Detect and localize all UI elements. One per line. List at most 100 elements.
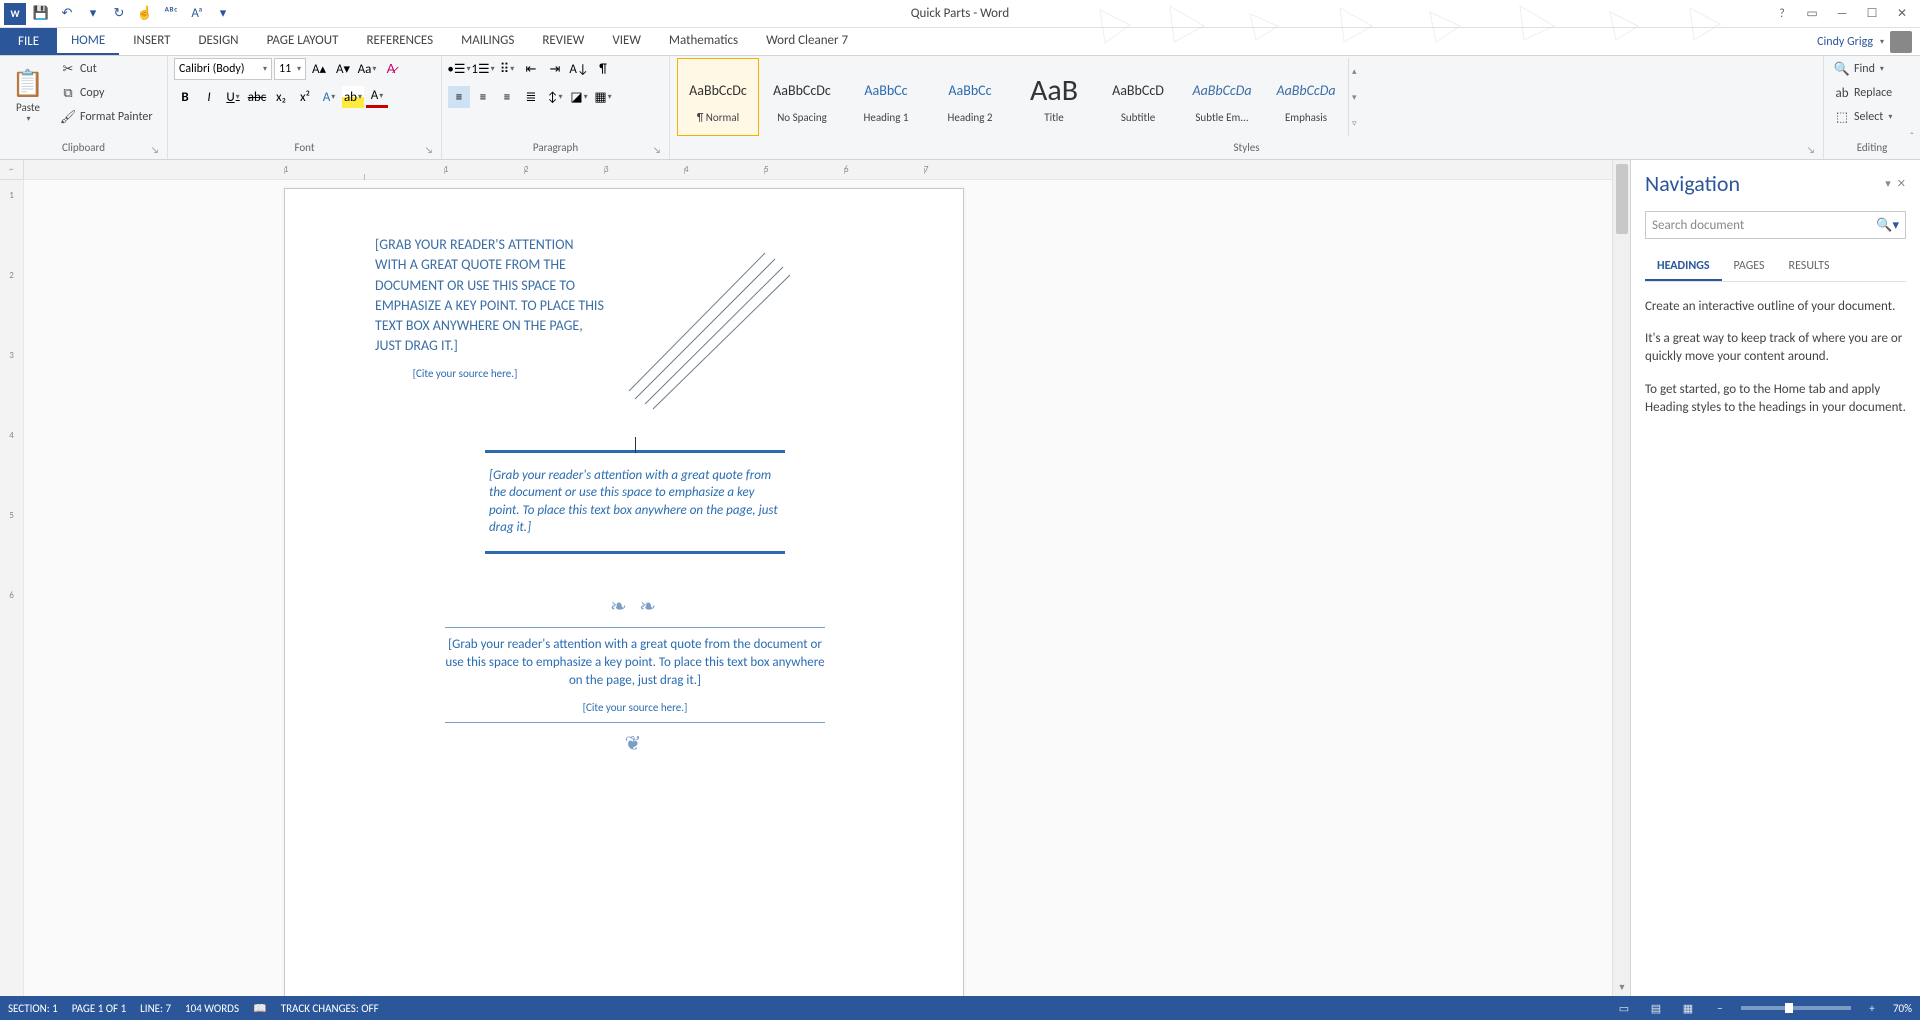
- read-mode-icon[interactable]: ▭: [1613, 999, 1635, 1017]
- font-color-button[interactable]: A▾: [366, 86, 388, 108]
- tab-insert[interactable]: INSERT: [119, 28, 184, 55]
- horizontal-ruler[interactable]: 11234567: [24, 160, 1612, 180]
- spelling-icon[interactable]: ᴬᴮᶜ: [160, 3, 182, 25]
- zoom-out-icon[interactable]: −: [1709, 999, 1731, 1017]
- shading-button[interactable]: ◪▾: [568, 86, 590, 108]
- status-track-changes[interactable]: TRACK CHANGES: OFF: [281, 1002, 379, 1015]
- zoom-slider[interactable]: [1741, 1006, 1851, 1010]
- show-marks-icon[interactable]: ¶: [592, 58, 614, 80]
- style-heading-1[interactable]: AaBbCcHeading 1: [845, 58, 927, 136]
- tab-review[interactable]: REVIEW: [528, 28, 598, 55]
- undo-icon[interactable]: ↶: [56, 3, 78, 25]
- proofing-icon[interactable]: 📖: [253, 1002, 267, 1015]
- multilevel-button[interactable]: ⠿▾: [496, 58, 518, 80]
- format-painter-button[interactable]: 🖌Format Painter: [56, 106, 157, 128]
- page[interactable]: [GRAB YOUR READER'S ATTENTION WITH A GRE…: [284, 188, 964, 996]
- diagonal-lines-graphic[interactable]: [615, 249, 795, 419]
- styles-launcher[interactable]: ↘: [1805, 145, 1817, 157]
- styles-more[interactable]: ▴▾▿: [1348, 58, 1366, 136]
- tab-page-layout[interactable]: PAGE LAYOUT: [253, 28, 353, 55]
- citation-1[interactable]: [Cite your source here.]: [395, 367, 535, 380]
- strikethrough-button[interactable]: abc: [246, 86, 268, 108]
- zoom-value[interactable]: 70%: [1893, 1002, 1912, 1015]
- select-button[interactable]: ⬚Select▾: [1830, 106, 1896, 128]
- maximize-icon[interactable]: ☐: [1860, 4, 1884, 24]
- print-layout-icon[interactable]: ▤: [1645, 999, 1667, 1017]
- highlight-button[interactable]: ab▾: [342, 86, 364, 108]
- zoom-in-icon[interactable]: +: [1861, 999, 1883, 1017]
- nav-tab-results[interactable]: RESULTS: [1777, 253, 1842, 281]
- tab-mathematics[interactable]: Mathematics: [655, 28, 752, 55]
- word-icon[interactable]: W: [4, 3, 26, 25]
- line-spacing-button[interactable]: ↕▾: [544, 86, 566, 108]
- grow-font-icon[interactable]: A▴: [308, 58, 330, 80]
- find-button[interactable]: 🔍Find▾: [1830, 58, 1888, 80]
- shrink-font-icon[interactable]: A▾: [332, 58, 354, 80]
- status-page[interactable]: PAGE 1 OF 1: [72, 1002, 126, 1015]
- font-size-combo[interactable]: 11▾: [274, 58, 306, 80]
- replace-button[interactable]: abReplace: [1830, 82, 1896, 104]
- status-section[interactable]: SECTION: 1: [8, 1002, 58, 1015]
- font-name-combo[interactable]: Calibri (Body)▾: [174, 58, 272, 80]
- nav-close-icon[interactable]: ✕: [1897, 177, 1906, 190]
- scroll-thumb[interactable]: [1616, 164, 1628, 234]
- style-heading-2[interactable]: AaBbCcHeading 2: [929, 58, 1011, 136]
- close-icon[interactable]: ✕: [1890, 4, 1914, 24]
- tab-references[interactable]: REFERENCES: [352, 28, 447, 55]
- nav-tab-headings[interactable]: HEADINGS: [1645, 253, 1722, 281]
- search-icon[interactable]: 🔍▾: [1876, 218, 1899, 233]
- ribbon-display-icon[interactable]: ▭: [1800, 4, 1824, 24]
- align-left-button[interactable]: ≡: [448, 86, 470, 108]
- subscript-button[interactable]: x₂: [270, 86, 292, 108]
- qat-customize-icon[interactable]: ▾: [212, 3, 234, 25]
- quick-dropdown-icon[interactable]: ▾: [82, 3, 104, 25]
- textbox-sidebar-quote[interactable]: [GRAB YOUR READER'S ATTENTION WITH A GRE…: [375, 235, 605, 357]
- redo-icon[interactable]: ↻: [108, 3, 130, 25]
- decrease-indent-icon[interactable]: ⇤: [520, 58, 542, 80]
- vertical-scrollbar[interactable]: ▲ ▼: [1612, 160, 1630, 996]
- style-emphasis[interactable]: AaBbCcDaEmphasis: [1265, 58, 1347, 136]
- tab-file[interactable]: FILE: [0, 28, 57, 55]
- align-center-button[interactable]: ≡: [472, 86, 494, 108]
- scroll-down-icon[interactable]: ▼: [1616, 982, 1628, 994]
- bullets-button[interactable]: •☰▾: [448, 58, 470, 80]
- nav-tab-pages[interactable]: PAGES: [1722, 253, 1777, 281]
- change-case-button[interactable]: Aa▾: [356, 58, 378, 80]
- user-account[interactable]: Cindy Grigg ▾: [1817, 31, 1912, 53]
- increase-indent-icon[interactable]: ⇥: [544, 58, 566, 80]
- tab-design[interactable]: DESIGN: [185, 28, 253, 55]
- save-icon[interactable]: 💾: [30, 3, 52, 25]
- tab-home[interactable]: HOME: [57, 28, 119, 55]
- justify-button[interactable]: ≣: [520, 86, 542, 108]
- text-effects-button[interactable]: A▾: [318, 86, 340, 108]
- copy-button[interactable]: ⧉Copy: [56, 82, 157, 104]
- change-case-icon[interactable]: Aᵃ: [186, 3, 208, 25]
- bold-button[interactable]: B: [174, 86, 196, 108]
- help-icon[interactable]: ?: [1770, 4, 1794, 24]
- superscript-button[interactable]: x²: [294, 86, 316, 108]
- italic-button[interactable]: I: [198, 86, 220, 108]
- sort-button[interactable]: A↓: [568, 58, 590, 80]
- status-words[interactable]: 104 WORDS: [185, 1002, 239, 1015]
- font-launcher[interactable]: ↘: [423, 145, 435, 157]
- status-line[interactable]: LINE: 7: [140, 1002, 171, 1015]
- cut-button[interactable]: ✂Cut: [56, 58, 157, 80]
- paragraph-launcher[interactable]: ↘: [651, 145, 663, 157]
- clipboard-launcher[interactable]: ↘: [149, 145, 161, 157]
- textbox-ornate-quote[interactable]: ❧ ❧ [Grab your reader's attention with a…: [445, 594, 825, 756]
- web-layout-icon[interactable]: ▦: [1677, 999, 1699, 1017]
- collapse-ribbon-icon[interactable]: ˆ: [1910, 130, 1914, 143]
- nav-options-icon[interactable]: ▾: [1885, 177, 1891, 190]
- numbering-button[interactable]: 1☰▾: [472, 58, 494, 80]
- tab-mailings[interactable]: MAILINGS: [447, 28, 528, 55]
- style-no-spacing[interactable]: AaBbCcDcNo Spacing: [761, 58, 843, 136]
- minimize-icon[interactable]: —: [1830, 4, 1854, 24]
- ruler-corner[interactable]: ⌐: [0, 160, 24, 180]
- document-area[interactable]: 11234567 [GRAB YOUR READER'S ATTENTION W…: [24, 160, 1612, 996]
- style-title[interactable]: AaBTitle: [1013, 58, 1095, 136]
- borders-button[interactable]: ▦▾: [592, 86, 614, 108]
- tab-word-cleaner[interactable]: Word Cleaner 7: [752, 28, 862, 55]
- style--normal[interactable]: AaBbCcDc¶ Normal: [677, 58, 759, 136]
- textbox-banded-quote[interactable]: [Grab your reader's attention with a gre…: [485, 450, 785, 554]
- underline-button[interactable]: U▾: [222, 86, 244, 108]
